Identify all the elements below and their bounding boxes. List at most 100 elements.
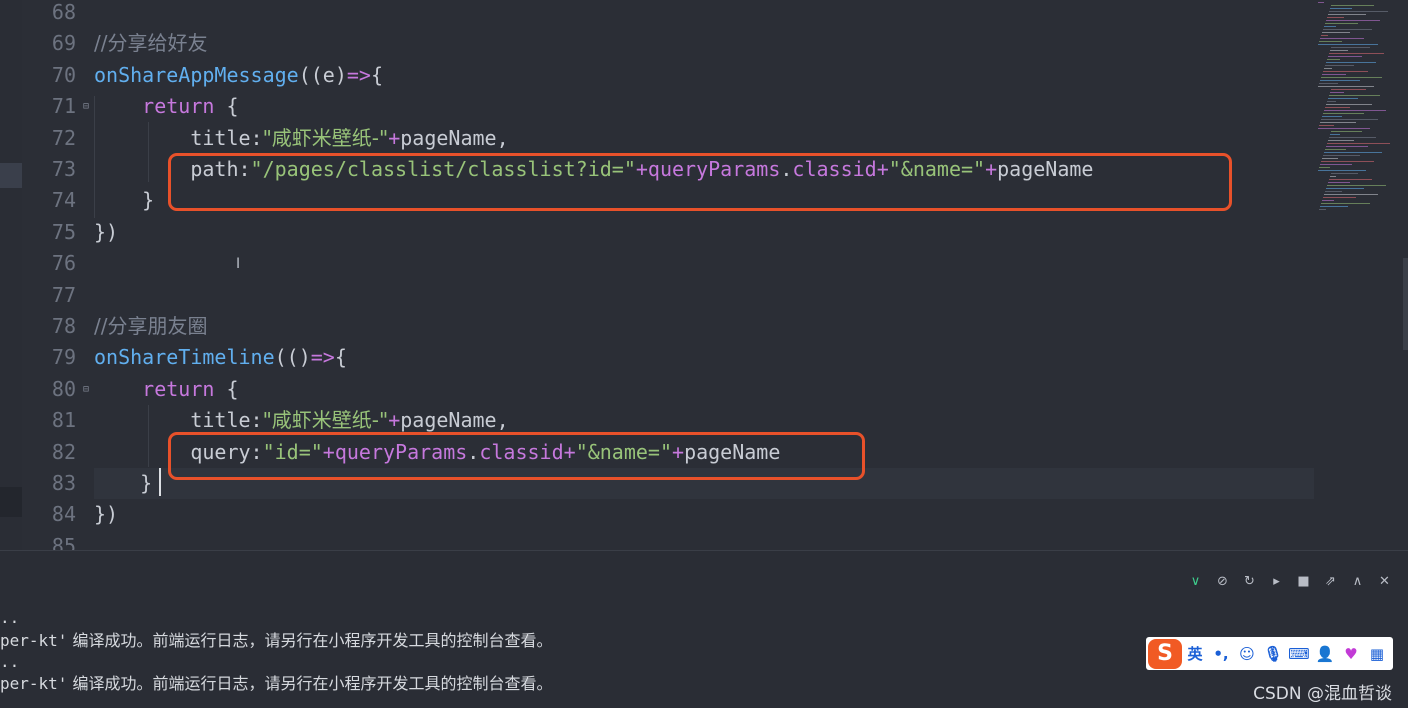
clear-log-icon[interactable]: ⊘: [1209, 573, 1236, 591]
code-line[interactable]: return {: [94, 374, 239, 405]
apps-icon[interactable]: ▦: [1364, 645, 1390, 663]
ime-toolbar[interactable]: S 英 •, ☺ 🎙 ⌨ 👤 ♥ ▦: [1146, 637, 1393, 670]
minimap-line: [1328, 14, 1366, 15]
open-external-icon[interactable]: ⇗: [1317, 573, 1344, 591]
code-token: "咸虾米壁纸-": [262, 408, 389, 433]
code-line[interactable]: return {: [94, 91, 238, 122]
minimap-line: [1326, 104, 1372, 105]
code-token: =>: [346, 62, 371, 87]
code-token: onShareTimeline: [94, 345, 275, 370]
minimap-line: [1323, 155, 1360, 156]
line-number: 79: [28, 342, 98, 373]
minimap-line: [1330, 50, 1348, 51]
code-token: ((): [274, 345, 311, 370]
line-number-text: 68: [51, 0, 76, 24]
minimap-line: [1319, 167, 1330, 168]
code-token: +: [388, 125, 401, 150]
text-cursor-icon: I: [236, 256, 241, 272]
minimap[interactable]: [1314, 0, 1408, 550]
watermark: CSDN @混血哲谈: [1253, 684, 1392, 704]
fold-toggle-icon[interactable]: ⊟: [83, 101, 89, 112]
code-token: {: [214, 376, 239, 401]
minimap-line: [1331, 131, 1362, 132]
sogou-logo-icon[interactable]: S: [1148, 638, 1182, 669]
line-number-gutter: 68 69 70 71 ⊟ 72 73 74 75 76 77 78 79 80 ⊟ 81 82 83 84 85: [22, 0, 94, 558]
play-circle-icon[interactable]: ▸: [1263, 573, 1290, 591]
line-number-text: 77: [51, 282, 76, 307]
line-number-text: 70: [51, 62, 76, 87]
minimap-line: [1329, 95, 1380, 96]
microphone-icon[interactable]: 🎙: [1260, 645, 1286, 663]
line-number: 70: [28, 60, 98, 91]
code-line[interactable]: }): [94, 217, 118, 248]
minimap-line: [1322, 116, 1342, 117]
minimap-line: [1321, 35, 1328, 36]
minimap-line: [1318, 170, 1366, 171]
minimap-line: [1328, 56, 1362, 57]
stop-icon[interactable]: ■: [1290, 573, 1317, 591]
minimap-line: [1324, 110, 1386, 111]
chevron-down-icon[interactable]: ∨: [1182, 573, 1209, 591]
line-number: 78: [28, 311, 98, 342]
minimap-line: [1330, 134, 1340, 135]
code-token: "咸虾米壁纸-": [262, 125, 389, 150]
minimap-line: [1325, 65, 1354, 66]
console-line-prefix: ..: [0, 608, 20, 627]
minimap-line: [1329, 137, 1376, 138]
line-number-text: 79: [51, 345, 76, 370]
minimap-line: [1319, 125, 1334, 126]
highlight-box-path: [168, 153, 1232, 211]
minimap-line: [1327, 101, 1336, 102]
code-token: title:: [94, 125, 263, 150]
code-line[interactable]: }): [94, 499, 118, 530]
minimap-line: [1322, 32, 1350, 33]
code-line[interactable]: onShareAppMessage((e)=>{: [94, 60, 383, 91]
chevron-up-icon[interactable]: ∧: [1344, 573, 1371, 591]
minimap-line: [1329, 11, 1388, 12]
console-line-prefix: per-kt': [0, 674, 68, 693]
explorer-active-row[interactable]: [0, 163, 22, 188]
minimap-line: [1329, 53, 1384, 54]
minimap-scrollbar[interactable]: [1403, 258, 1408, 350]
minimap-line: [1318, 2, 1324, 3]
code-line[interactable]: //分享给好友: [94, 28, 207, 59]
minimap-line: [1328, 182, 1350, 183]
skin-icon[interactable]: ♥: [1338, 645, 1364, 663]
code-line[interactable]: //分享朋友圈: [94, 311, 207, 342]
minimap-line: [1322, 74, 1346, 75]
keyboard-icon[interactable]: ⌨: [1286, 645, 1312, 663]
minimap-line: [1318, 44, 1378, 45]
minimap-line: [1320, 164, 1352, 165]
code-line[interactable]: }: [94, 185, 154, 216]
minimap-line: [1323, 71, 1368, 72]
close-panel-icon[interactable]: ✕: [1371, 573, 1398, 591]
line-number-text: 72: [51, 125, 76, 150]
console-line: per-kt' 编译成功。前端运行日志，请另行在小程序开发工具的控制台查看。: [0, 630, 553, 652]
minimap-line: [1330, 8, 1352, 9]
minimap-line: [1329, 179, 1372, 180]
code-token: pageName,: [400, 408, 509, 433]
code-token: ((e): [298, 62, 347, 87]
ime-mode-toggle[interactable]: 英: [1182, 643, 1208, 664]
minimap-line: [1326, 188, 1364, 189]
line-number: 83: [28, 468, 98, 499]
console-line-prefix: ..: [0, 652, 20, 671]
console-line-message: 编译成功。前端运行日志，请另行在小程序开发工具的控制台查看。: [67, 631, 553, 650]
line-number: 73: [28, 154, 98, 185]
code-line[interactable]: onShareTimeline(()=>{: [94, 342, 347, 373]
punctuation-icon[interactable]: •,: [1208, 645, 1234, 663]
minimap-line: [1321, 77, 1382, 78]
minimap-line: [1323, 113, 1364, 114]
console-line-message: 编译成功。前端运行日志，请另行在小程序开发工具的控制台查看。: [67, 674, 553, 693]
emoji-icon[interactable]: ☺: [1234, 645, 1260, 663]
minimap-line: [1320, 122, 1356, 123]
code-token: //分享朋友圈: [94, 314, 208, 338]
user-icon[interactable]: 👤: [1312, 645, 1338, 663]
code-token: title:: [94, 408, 263, 433]
fold-toggle-icon[interactable]: ⊟: [83, 384, 89, 395]
minimap-line: [1330, 92, 1344, 93]
minimap-line: [1323, 197, 1356, 198]
code-line[interactable]: title:"咸虾米壁纸-"+pageName,: [94, 123, 508, 154]
restart-icon[interactable]: ↻: [1236, 573, 1263, 591]
